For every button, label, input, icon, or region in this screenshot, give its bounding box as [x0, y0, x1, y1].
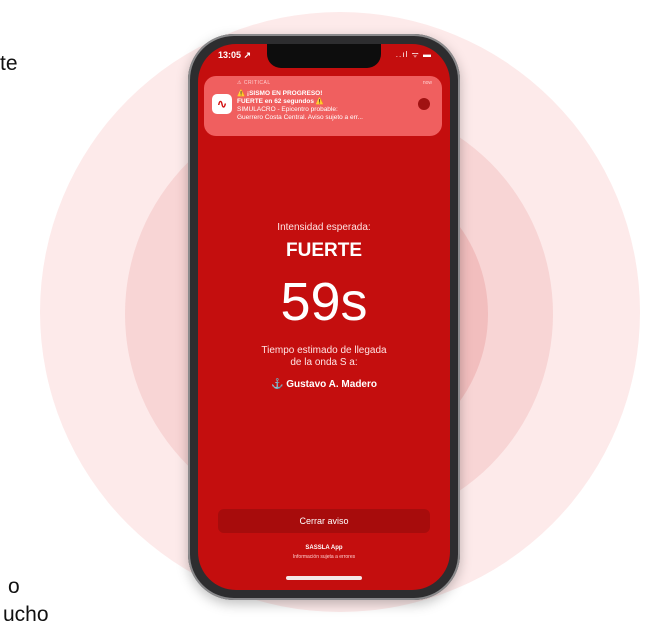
location-name: ⚓ Gustavo A. Madero — [271, 379, 377, 390]
alert-notification[interactable]: ∿ ⚠ CRITICAL now ⚠️ ¡SISMO EN PROGRESO! … — [204, 76, 442, 136]
home-indicator[interactable] — [286, 576, 362, 580]
notification-time: now — [422, 80, 432, 86]
seismic-app-icon: ∿ — [212, 94, 232, 114]
intensity-value: FUERTE — [286, 240, 362, 261]
disclaimer-text: Información sujeta a errores — [292, 554, 356, 560]
notification-header: ⚠ CRITICAL — [237, 80, 271, 86]
side-text-bottom-1: o — [8, 575, 20, 598]
notification-body-2: Guerrero Costa Central. Aviso sujeto a e… — [237, 114, 363, 121]
eta-label-line1: Tiempo estimado de llegada — [261, 345, 387, 356]
side-text-bottom-2: ucho — [3, 603, 49, 626]
app-name: SASSLA App — [305, 545, 343, 551]
phone-frame: 13:05 ↗ ..ıl ᯤ ▬ ∿ ⚠ CRITICAL now ⚠️ ¡SI… — [188, 34, 460, 600]
notification-title: ⚠️ ¡SISMO EN PROGRESO! — [237, 90, 323, 97]
notification-subtitle: FUERTE en 62 segundos ⚠️ — [237, 98, 324, 105]
intensity-label: Intensidad esperada: — [277, 222, 371, 233]
countdown-timer: 59s — [280, 272, 368, 332]
phone-screen: 13:05 ↗ ..ıl ᯤ ▬ ∿ ⚠ CRITICAL now ⚠️ ¡SI… — [198, 44, 450, 590]
eta-label-line2: de la onda S a: — [290, 357, 358, 368]
phone-notch — [267, 44, 381, 68]
status-icons: ..ıl ᯤ ▬ — [395, 50, 432, 59]
side-text-top: te — [0, 52, 18, 75]
notification-indicator-icon — [418, 98, 430, 110]
close-alert-button[interactable]: Cerrar aviso — [218, 509, 430, 533]
notification-body-1: SIMULACRO - Epicentro probable: — [237, 106, 338, 113]
status-time: 13:05 ↗ — [218, 50, 252, 60]
